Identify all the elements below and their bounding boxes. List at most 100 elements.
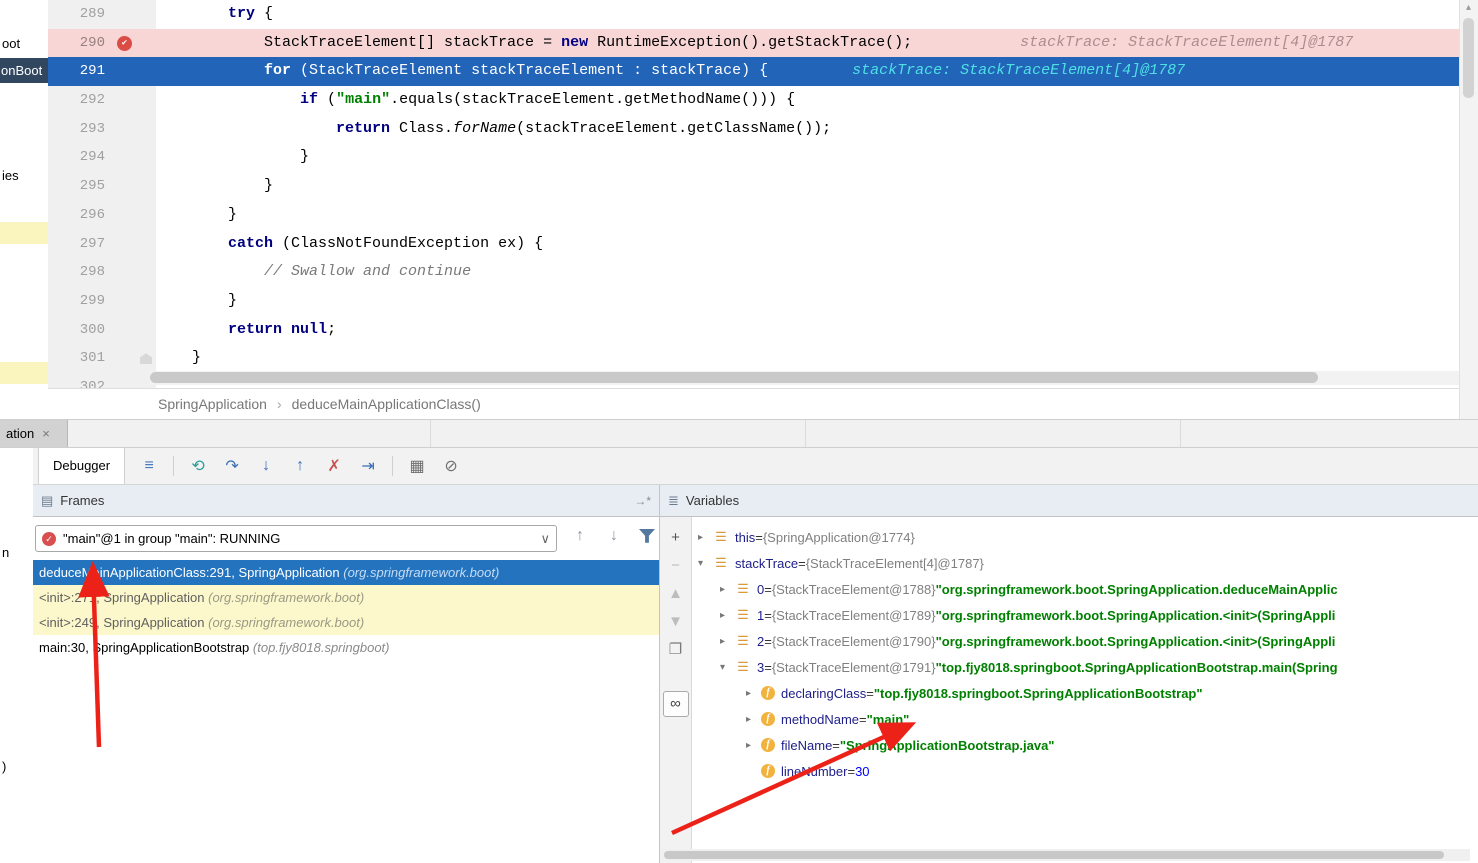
variable-row[interactable]: flineNumber = 30: [692, 758, 1478, 784]
variable-row[interactable]: ▸☰2 = {StackTraceElement@1790} "org.spri…: [692, 628, 1478, 654]
frame-row[interactable]: <init>:271, SpringApplication (org.sprin…: [33, 585, 659, 610]
line-number[interactable]: 300: [48, 316, 111, 345]
code-line[interactable]: 296 }: [48, 201, 1460, 230]
gutter[interactable]: [111, 57, 156, 86]
frame-row[interactable]: <init>:249, SpringApplication (org.sprin…: [33, 610, 659, 635]
frame-row[interactable]: main:30, SpringApplicationBootstrap (top…: [33, 635, 659, 660]
code-editor[interactable]: 289 try {290✔ StackTraceElement[] stackT…: [48, 0, 1478, 419]
evaluate-toggle-icon[interactable]: ∞: [663, 691, 689, 717]
gutter[interactable]: [111, 0, 156, 29]
code-line[interactable]: 292 if ("main".equals(stackTraceElement.…: [48, 86, 1460, 115]
line-number[interactable]: 293: [48, 115, 111, 144]
code-line[interactable]: 291 for (StackTraceElement stackTraceEle…: [48, 57, 1460, 86]
breadcrumb-method[interactable]: deduceMainApplicationClass(): [292, 396, 481, 412]
tab-debugger[interactable]: Debugger: [38, 448, 125, 484]
variable-row[interactable]: ▾☰3 = {StackTraceElement@1791} "top.fjy8…: [692, 654, 1478, 680]
chevron-down-icon[interactable]: ∨: [540, 531, 550, 547]
view-breakpoints-icon[interactable]: ▦: [407, 456, 427, 476]
gutter[interactable]: [111, 201, 156, 230]
close-icon[interactable]: ×: [42, 426, 50, 441]
variable-row[interactable]: ▸☰this = {SpringApplication@1774}: [692, 524, 1478, 550]
variable-row[interactable]: ▾☰stackTrace = {StackTraceElement[4]@178…: [692, 550, 1478, 576]
gutter[interactable]: [111, 172, 156, 201]
variable-row[interactable]: ▸fmethodName = "main": [692, 706, 1478, 732]
variables-horizontal-scrollbar[interactable]: [662, 849, 1470, 861]
variable-row[interactable]: ▸☰1 = {StackTraceElement@1789} "org.spri…: [692, 602, 1478, 628]
layout-settings-icon[interactable]: ≡: [139, 457, 159, 475]
tab-application[interactable]: ation×: [0, 420, 68, 447]
value-icon: ☰: [713, 555, 729, 571]
variable-row[interactable]: ▸ffileName = "SpringApplicationBootstrap…: [692, 732, 1478, 758]
code-line[interactable]: 290✔ StackTraceElement[] stackTrace = ne…: [48, 29, 1460, 58]
project-item-selected-fragment[interactable]: onBoot: [0, 58, 48, 83]
code-line[interactable]: 297 catch (ClassNotFoundException ex) {: [48, 230, 1460, 259]
show-execution-point-icon[interactable]: ⟲: [188, 456, 208, 476]
variables-panel-header: ≣ Variables: [660, 485, 1478, 517]
code-line[interactable]: 299 }: [48, 287, 1460, 316]
run-to-cursor-icon[interactable]: ⇥: [358, 456, 378, 476]
code-line[interactable]: 293 return Class.forName(stackTraceEleme…: [48, 115, 1460, 144]
code-line[interactable]: 294 }: [48, 143, 1460, 172]
frame-row[interactable]: deduceMainApplicationClass:291, SpringAp…: [33, 560, 659, 585]
step-over-icon[interactable]: ↷: [222, 456, 242, 476]
bookmark-icon: [140, 353, 152, 364]
move-down-icon[interactable]: ▼: [665, 613, 687, 630]
field-icon: f: [761, 686, 775, 700]
tab-divider: [805, 420, 806, 447]
step-out-icon[interactable]: ↑: [290, 457, 310, 475]
gutter[interactable]: [111, 316, 156, 345]
gutter[interactable]: [111, 230, 156, 259]
line-number[interactable]: 298: [48, 258, 111, 287]
code-line[interactable]: 289 try {: [48, 0, 1460, 29]
gutter[interactable]: [111, 143, 156, 172]
move-up-icon[interactable]: ▲: [665, 585, 687, 602]
mute-breakpoints-icon[interactable]: ⊘: [441, 456, 461, 476]
gutter[interactable]: [111, 258, 156, 287]
breadcrumb-class[interactable]: SpringApplication: [158, 396, 267, 412]
gutter[interactable]: [111, 86, 156, 115]
code-text: }: [156, 201, 1460, 230]
remove-watch-icon[interactable]: −: [665, 557, 687, 574]
variable-row[interactable]: ▸☰0 = {StackTraceElement@1788} "org.spri…: [692, 576, 1478, 602]
editor-horizontal-scrollbar[interactable]: [150, 371, 1460, 385]
line-number[interactable]: 299: [48, 287, 111, 316]
scrollbar-thumb[interactable]: [150, 372, 1318, 383]
code-line[interactable]: 298 // Swallow and continue: [48, 258, 1460, 287]
line-number[interactable]: 289: [48, 0, 111, 29]
duplicate-icon[interactable]: ❐: [665, 641, 687, 658]
thread-selector[interactable]: ✓ "main"@1 in group "main": RUNNING ∨: [35, 525, 557, 552]
variable-row[interactable]: ▸fdeclaringClass = "top.fjy8018.springbo…: [692, 680, 1478, 706]
breakpoint-icon[interactable]: ✔: [117, 36, 132, 51]
scrollbar-thumb[interactable]: [1463, 18, 1474, 98]
line-number[interactable]: 295: [48, 172, 111, 201]
line-number[interactable]: 290: [48, 29, 111, 58]
project-item-fragment: ies: [2, 168, 19, 183]
code-line[interactable]: 300 return null;: [48, 316, 1460, 345]
add-watch-icon[interactable]: +: [665, 529, 687, 546]
gutter[interactable]: [111, 115, 156, 144]
frames-title: Frames: [60, 493, 104, 508]
debug-toolbar-icons: ≡ ⟲ ↷ ↓ ↑ ✗ ⇥ ▦ ⊘: [139, 456, 461, 476]
gutter[interactable]: [111, 344, 156, 373]
code-line[interactable]: 301 }: [48, 344, 1460, 373]
next-frame-button[interactable]: ↓: [603, 527, 625, 545]
line-number[interactable]: 291: [48, 57, 111, 86]
code-text: // Swallow and continue: [156, 258, 1460, 287]
gutter[interactable]: ✔: [111, 29, 156, 58]
previous-frame-button[interactable]: ↑: [569, 527, 591, 545]
breadcrumb-separator-icon: ›: [277, 396, 282, 412]
line-number[interactable]: 301: [48, 344, 111, 373]
line-number[interactable]: 294: [48, 143, 111, 172]
drop-frame-icon[interactable]: ✗: [324, 456, 344, 476]
line-number[interactable]: 292: [48, 86, 111, 115]
step-into-icon[interactable]: ↓: [256, 457, 276, 475]
scroll-up-icon[interactable]: ▴: [1460, 2, 1477, 13]
panel-pin-icon[interactable]: →*: [634, 494, 651, 508]
filter-icon[interactable]: [639, 529, 655, 544]
code-line[interactable]: 295 }: [48, 172, 1460, 201]
line-number[interactable]: 296: [48, 201, 111, 230]
editor-vertical-scrollbar[interactable]: ▴: [1459, 0, 1478, 419]
line-number[interactable]: 297: [48, 230, 111, 259]
scrollbar-thumb[interactable]: [664, 851, 1444, 859]
gutter[interactable]: [111, 287, 156, 316]
